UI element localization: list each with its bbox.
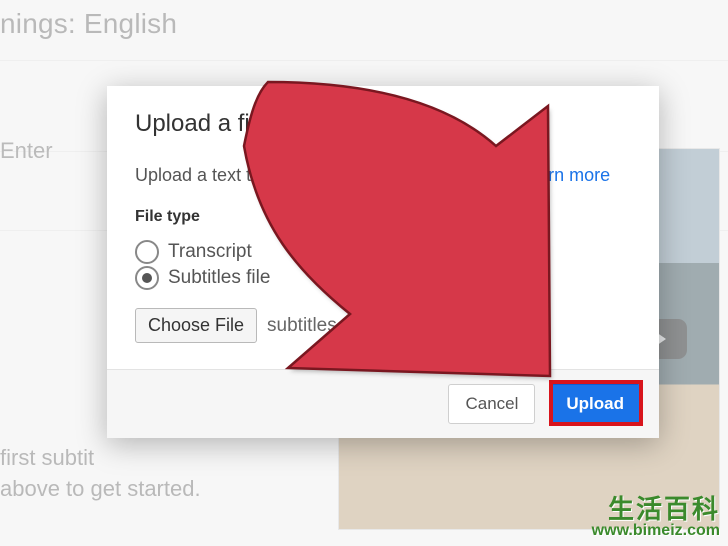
dialog-title: Upload a file — [135, 110, 631, 138]
upload-button[interactable]: Upload — [549, 384, 641, 424]
dialog-footer: Cancel Upload — [107, 369, 659, 438]
cancel-button[interactable]: Cancel — [448, 384, 535, 424]
upload-file-dialog: Upload a file Upload a text transc file.… — [107, 86, 659, 438]
dialog-description: Upload a text transc file. Learn more — [135, 162, 631, 188]
choose-file-row: Choose File subtitles.srt — [135, 308, 631, 343]
file-type-radio-group: Transcript Subtitles file — [135, 240, 631, 290]
radio-dot-icon — [142, 273, 152, 283]
choose-file-button[interactable]: Choose File — [135, 308, 257, 343]
dialog-description-text-before: Upload a text transc — [135, 165, 295, 185]
radio-circle-icon — [135, 240, 159, 264]
radio-transcript-label: Transcript — [168, 241, 252, 263]
learn-more-link[interactable]: Learn more — [518, 165, 610, 185]
chosen-filename: subtitles.srt — [267, 315, 363, 337]
radio-transcript[interactable]: Transcript — [135, 240, 631, 264]
watermark: 生活百科 www.bimeiz.com — [592, 496, 720, 540]
radio-subtitles-file[interactable]: Subtitles file — [135, 266, 631, 290]
watermark-title: 生活百科 — [592, 496, 720, 523]
file-type-label: File type — [135, 208, 631, 226]
radio-subtitles-label: Subtitles file — [168, 267, 270, 289]
dialog-description-text-after: file. — [485, 165, 518, 185]
radio-circle-icon — [135, 266, 159, 290]
watermark-url: www.bimeiz.com — [592, 523, 720, 540]
dialog-body: Upload a file Upload a text transc file.… — [107, 86, 659, 369]
